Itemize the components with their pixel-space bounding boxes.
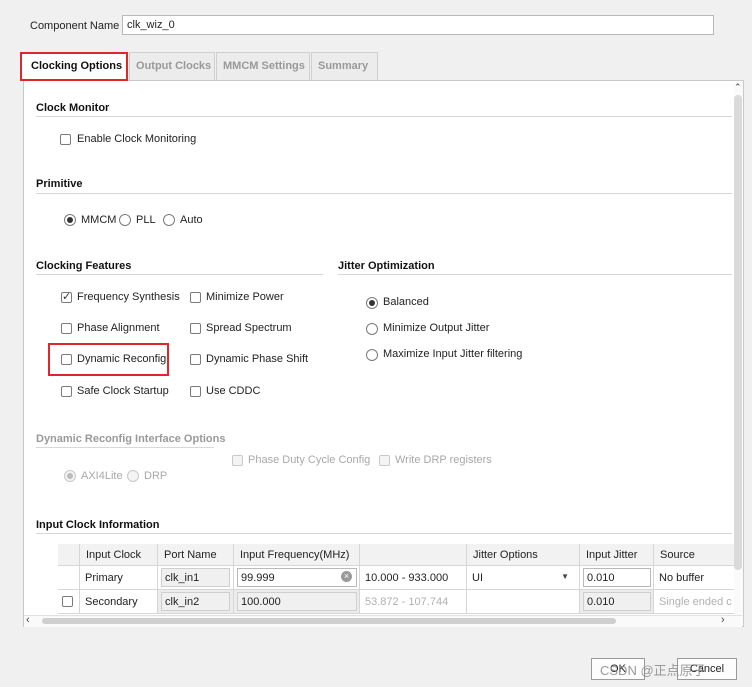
- primitive-pll-label: PLL: [136, 214, 156, 226]
- write-drp-registers-checkbox[interactable]: [379, 455, 390, 466]
- primary-range: 10.000 - 933.000: [360, 566, 467, 590]
- table-header-jitter-options: Jitter Options: [467, 544, 580, 566]
- secondary-enable-checkbox[interactable]: [62, 596, 73, 607]
- dynamic-phase-shift-checkbox[interactable]: [190, 354, 201, 365]
- maximize-input-jitter-label: Maximize Input Jitter filtering: [383, 348, 523, 360]
- primary-frequency-input[interactable]: 99.999 ×: [237, 568, 357, 587]
- clear-icon[interactable]: ×: [341, 571, 352, 582]
- safe-clock-startup-label: Safe Clock Startup: [77, 385, 169, 397]
- divider: [36, 533, 732, 534]
- component-name-input[interactable]: clk_wiz_0: [122, 15, 714, 35]
- table-header-select: [58, 544, 80, 566]
- secondary-select-cell: [58, 590, 80, 614]
- frequency-synthesis-label: Frequency Synthesis: [77, 291, 180, 303]
- primitive-heading: Primitive: [36, 178, 83, 190]
- primitive-pll-radio[interactable]: [119, 214, 131, 226]
- primary-source[interactable]: No buffer: [654, 566, 734, 590]
- divider: [36, 447, 214, 448]
- minimize-power-checkbox[interactable]: [190, 292, 201, 303]
- dynamic-phase-shift-label: Dynamic Phase Shift: [206, 353, 309, 365]
- use-cddc-checkbox[interactable]: [190, 386, 201, 397]
- minimize-power-label: Minimize Power: [206, 291, 284, 303]
- clocking-features-heading: Clocking Features: [36, 260, 132, 272]
- tab-summary[interactable]: Summary: [311, 52, 378, 81]
- primary-port-cell: clk_in1: [158, 566, 234, 590]
- maximize-input-jitter-radio[interactable]: [366, 349, 378, 361]
- balanced-label: Balanced: [383, 296, 429, 308]
- component-name-label: Component Name: [30, 20, 120, 32]
- table-header-port-name: Port Name: [158, 544, 234, 566]
- primitive-auto-label: Auto: [180, 214, 203, 226]
- dynamic-reconfig-interface-heading: Dynamic Reconfig Interface Options: [36, 433, 226, 445]
- clock-monitor-heading: Clock Monitor: [36, 102, 110, 114]
- minimize-output-jitter-label: Minimize Output Jitter: [383, 322, 490, 334]
- table-header-input-clock: Input Clock: [80, 544, 158, 566]
- axi4lite-radio[interactable]: [64, 470, 76, 482]
- primary-jitter-options-select[interactable]: UI ▼: [467, 566, 580, 590]
- phase-duty-cycle-config-checkbox[interactable]: [232, 455, 243, 466]
- primary-select-cell: [58, 566, 80, 590]
- table-header-range: [360, 544, 467, 566]
- drp-label: DRP: [144, 470, 168, 482]
- horizontal-scroll-thumb[interactable]: [42, 618, 616, 624]
- dynamic-reconfig-label: Dynamic Reconfig: [77, 353, 167, 365]
- primary-frequency-value: 99.999: [241, 572, 275, 584]
- primary-input-jitter-cell: 0.010: [580, 566, 654, 590]
- frequency-synthesis-checkbox[interactable]: [61, 290, 72, 303]
- tab-output-clocks[interactable]: Output Clocks: [129, 52, 215, 81]
- secondary-port-cell: clk_in2: [158, 590, 234, 614]
- table-header-source: Source: [654, 544, 734, 566]
- table-header-input-jitter: Input Jitter: [580, 544, 654, 566]
- spread-spectrum-checkbox[interactable]: [190, 323, 201, 334]
- tab-mmcm-settings[interactable]: MMCM Settings: [216, 52, 310, 81]
- secondary-jitter-options: [467, 590, 580, 614]
- phase-alignment-label: Phase Alignment: [77, 322, 160, 334]
- write-drp-registers-label: Write DRP registers: [395, 454, 492, 466]
- secondary-frequency-cell: 100.000: [234, 590, 360, 614]
- primary-frequency-cell: 99.999 ×: [234, 566, 360, 590]
- table-row-primary-name: Primary: [80, 566, 158, 590]
- safe-clock-startup-checkbox[interactable]: [61, 386, 72, 397]
- use-cddc-label: Use CDDC: [206, 385, 261, 397]
- divider: [36, 193, 732, 194]
- primitive-mmcm-radio[interactable]: [64, 214, 76, 226]
- scroll-left-icon[interactable]: ‹: [26, 614, 30, 626]
- primary-jitter-options-value: UI: [472, 572, 483, 584]
- table-row-secondary-name: Secondary: [80, 590, 158, 614]
- divider: [36, 116, 732, 117]
- scroll-right-icon[interactable]: ›: [721, 614, 725, 626]
- secondary-frequency-input: 100.000: [237, 592, 357, 611]
- secondary-port-name: clk_in2: [161, 592, 230, 611]
- table-header-input-frequency: Input Frequency(MHz): [234, 544, 360, 566]
- primary-port-name[interactable]: clk_in1: [161, 568, 230, 587]
- phase-duty-cycle-config-label: Phase Duty Cycle Config: [248, 454, 371, 466]
- jitter-optimization-heading: Jitter Optimization: [338, 260, 435, 272]
- input-clock-information-heading: Input Clock Information: [36, 519, 160, 531]
- divider: [338, 274, 732, 275]
- primitive-auto-radio[interactable]: [163, 214, 175, 226]
- dynamic-reconfig-checkbox[interactable]: [61, 354, 72, 365]
- balanced-radio[interactable]: [366, 297, 378, 309]
- vertical-scroll-thumb[interactable]: [734, 95, 742, 570]
- chevron-down-icon[interactable]: ▼: [561, 572, 569, 581]
- primary-input-jitter-input[interactable]: 0.010: [583, 568, 651, 587]
- phase-alignment-checkbox[interactable]: [61, 323, 72, 334]
- enable-clock-monitoring-label: Enable Clock Monitoring: [77, 133, 197, 145]
- minimize-output-jitter-radio[interactable]: [366, 323, 378, 335]
- secondary-source: Single ended c: [654, 590, 734, 614]
- tab-clocking-options[interactable]: Clocking Options: [20, 52, 128, 81]
- drp-radio[interactable]: [127, 470, 139, 482]
- enable-clock-monitoring-checkbox[interactable]: [60, 134, 71, 145]
- secondary-input-jitter: 0.010: [583, 592, 651, 611]
- secondary-range: 53.872 - 107.744: [360, 590, 467, 614]
- secondary-input-jitter-cell: 0.010: [580, 590, 654, 614]
- primitive-mmcm-label: MMCM: [81, 214, 117, 226]
- scroll-up-icon[interactable]: ⌃: [734, 82, 742, 93]
- spread-spectrum-label: Spread Spectrum: [206, 322, 292, 334]
- divider: [36, 274, 323, 275]
- axi4lite-label: AXI4Lite: [81, 470, 123, 482]
- watermark-text: CSDN @正点原子: [600, 663, 706, 678]
